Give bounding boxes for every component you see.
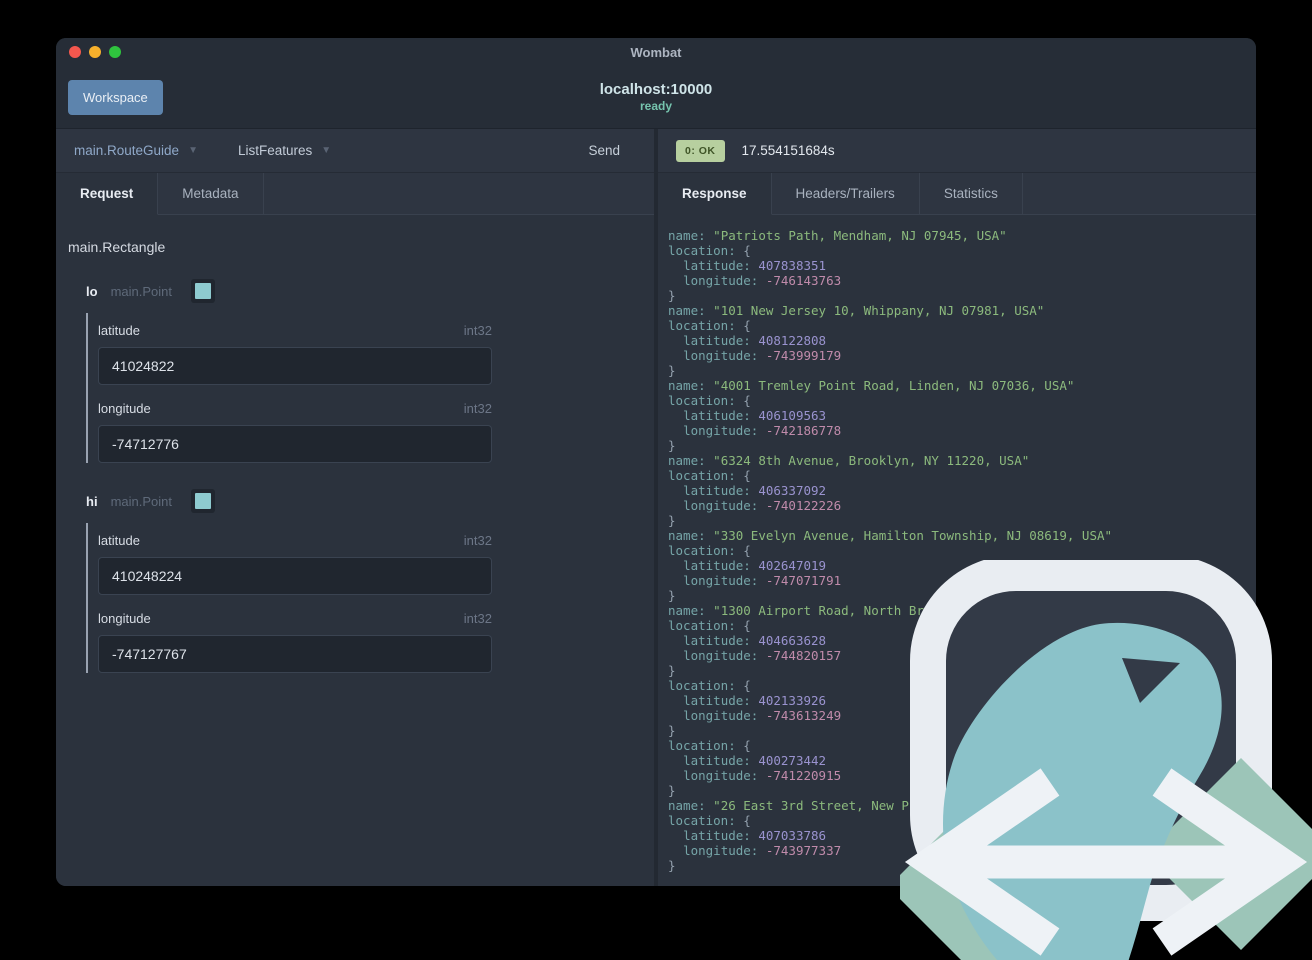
field-label: latitude — [98, 533, 140, 548]
field-type: int32 — [463, 323, 492, 338]
message-toggle[interactable] — [190, 279, 215, 303]
duration-label: 17.554151684s — [741, 143, 835, 158]
chevron-down-icon: ▼ — [188, 145, 198, 156]
tab-statistics[interactable]: Statistics — [919, 173, 1023, 215]
response-body[interactable]: name: "Patriots Path, Mendham, NJ 07945,… — [658, 215, 1256, 886]
field-longitude: longitude int32 — [98, 601, 492, 673]
send-button[interactable]: Send — [572, 137, 636, 164]
response-toolbar: 0: OK 17.554151684s — [658, 129, 1256, 173]
field-label: longitude — [98, 401, 151, 416]
request-tabbar: Request Metadata — [56, 173, 654, 215]
checkbox-checked-icon — [194, 283, 211, 299]
tab-response[interactable]: Response — [658, 173, 772, 215]
minimize-window-button[interactable] — [89, 46, 101, 58]
window-title: Wombat — [630, 44, 682, 60]
group-type: main.Point — [110, 283, 172, 299]
traffic-lights — [69, 46, 121, 58]
app-window: Wombat Workspace localhost:10000 ready m… — [56, 38, 1256, 886]
service-select[interactable]: main.RouteGuide ▼ — [74, 143, 198, 158]
service-select-value: main.RouteGuide — [74, 143, 180, 158]
tab-metadata[interactable]: Metadata — [158, 173, 264, 215]
request-pane: main.RouteGuide ▼ ListFeatures ▼ Send Re… — [56, 129, 654, 886]
field-group-lo: lo main.Point latitude int32 41024822 lo… — [86, 279, 642, 463]
title-bar: Wombat — [56, 38, 1256, 66]
field-longitude: longitude int32 — [98, 391, 492, 463]
group-name: lo — [86, 283, 98, 299]
checkbox-checked-icon — [194, 493, 211, 509]
field-type: int32 — [463, 611, 492, 626]
response-tabbar: Response Headers/Trailers Statistics — [658, 173, 1256, 215]
method-select[interactable]: ListFeatures ▼ — [238, 143, 331, 158]
method-select-value: ListFeatures — [237, 143, 313, 158]
longitude-input[interactable] — [98, 635, 492, 673]
zoom-window-button[interactable] — [109, 46, 121, 58]
response-panel: name: "Patriots Path, Mendham, NJ 07945,… — [658, 215, 1256, 886]
app-header: Workspace localhost:10000 ready — [56, 66, 1256, 128]
latitude-input[interactable] — [98, 347, 492, 385]
longitude-input[interactable] — [98, 425, 492, 463]
server-address: localhost:10000 — [599, 81, 713, 98]
workspace-button[interactable]: Workspace — [68, 79, 163, 115]
tabbar-filler — [263, 173, 654, 215]
request-toolbar: main.RouteGuide ▼ ListFeatures ▼ Send — [56, 129, 654, 173]
server-info: localhost:10000 ready — [56, 81, 1256, 113]
tab-headers-trailers[interactable]: Headers/Trailers — [771, 173, 920, 215]
field-type: int32 — [463, 401, 492, 416]
request-form: main.Rectangle lo main.Point latitude in… — [56, 215, 654, 723]
request-panel: main.Rectangle lo main.Point latitude in… — [56, 215, 654, 886]
response-pane: 0: OK 17.554151684s Response Headers/Tra… — [658, 129, 1256, 886]
group-name: hi — [86, 493, 98, 509]
tab-request[interactable]: Request — [56, 173, 159, 215]
group-type: main.Point — [110, 493, 172, 509]
field-label: longitude — [98, 611, 151, 626]
field-latitude: latitude int32 — [98, 313, 492, 385]
field-type: int32 — [463, 533, 492, 548]
server-status: ready — [639, 99, 673, 113]
message-toggle[interactable] — [190, 489, 215, 513]
status-badge: 0: OK — [676, 139, 725, 162]
close-window-button[interactable] — [69, 46, 81, 58]
field-latitude: latitude int32 — [98, 523, 492, 595]
chevron-down-icon: ▼ — [321, 145, 332, 156]
field-group-hi: hi main.Point latitude int32 410248224 l… — [86, 489, 642, 673]
field-label: latitude — [98, 323, 140, 338]
latitude-input[interactable] — [98, 557, 492, 595]
tabbar-filler — [1022, 173, 1256, 215]
message-type-label: main.Rectangle — [68, 239, 166, 255]
